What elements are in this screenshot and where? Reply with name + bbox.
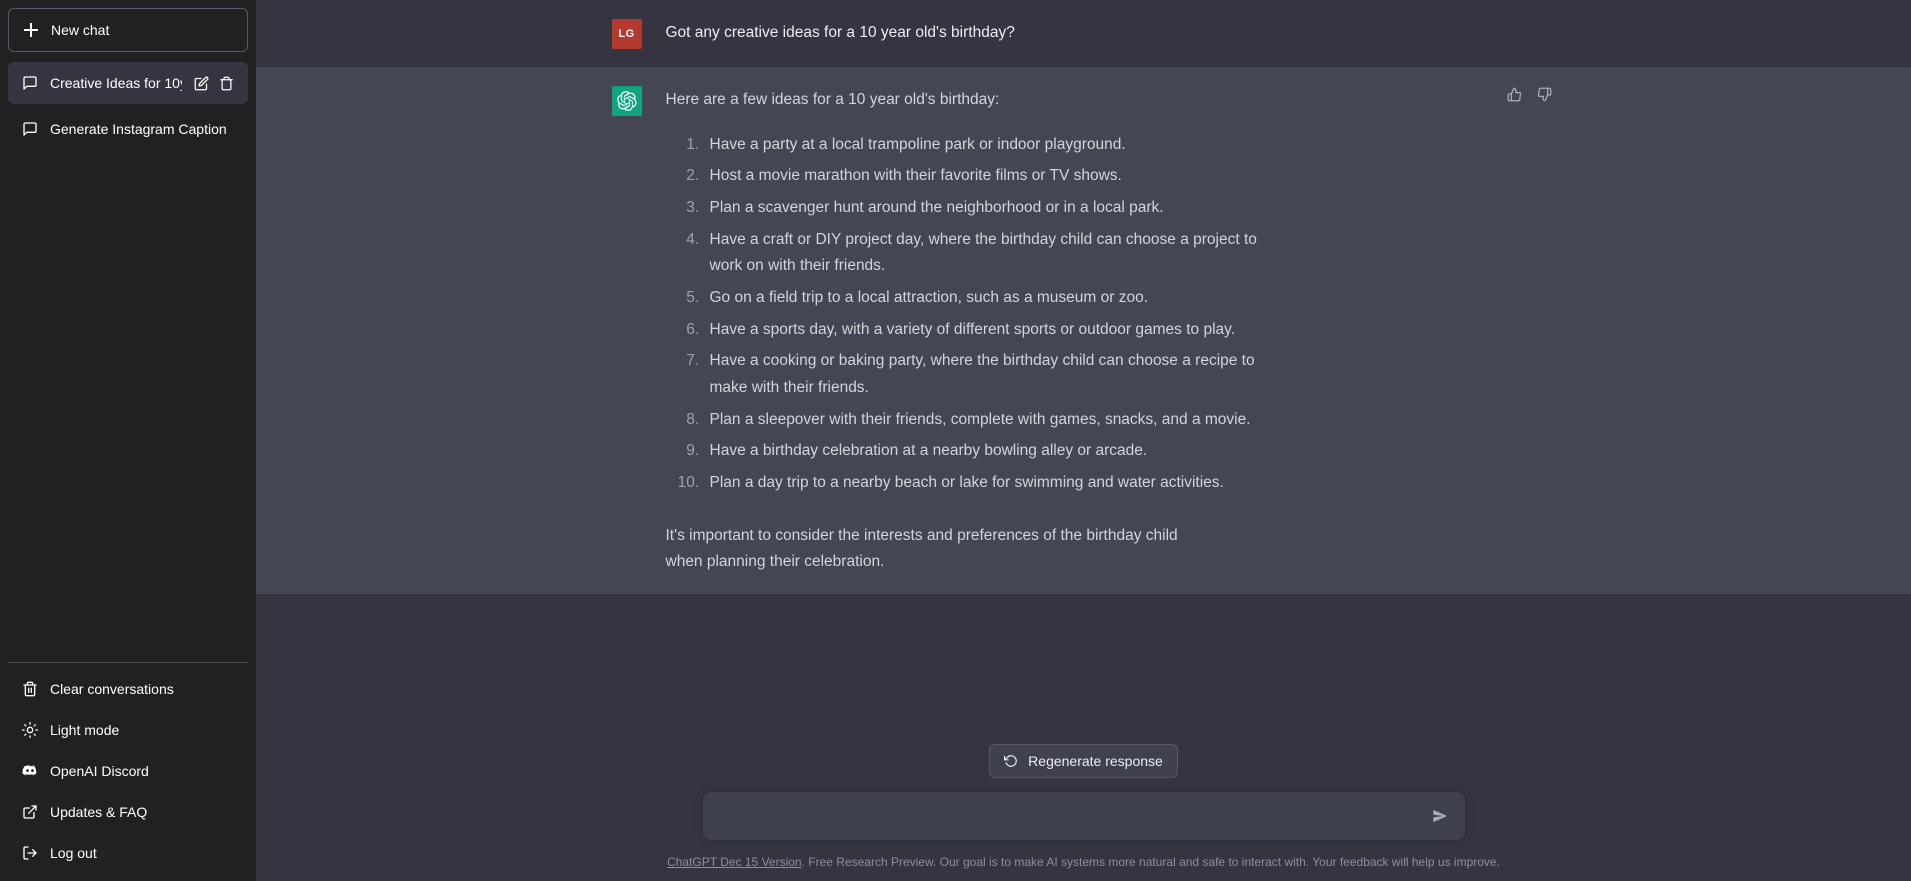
footer-disclaimer: ChatGPT Dec 15 Version. Free Research Pr…: [667, 854, 1500, 871]
sidebar-item-light-mode[interactable]: Light mode: [8, 710, 248, 750]
composer-area: Regenerate response ChatGPT Dec 15 Versi…: [256, 744, 1911, 881]
list-item: Go on a field trip to a local attraction…: [704, 285, 1264, 312]
sidebar-item-conversation-1[interactable]: Creative Ideas for 10yr: [8, 62, 248, 104]
list-item: Have a party at a local trampoline park …: [704, 132, 1264, 159]
refresh-icon: [1004, 755, 1017, 767]
assistant-message-row: Here are a few ideas for a 10 year old's…: [256, 67, 1911, 594]
message-icon: [23, 122, 37, 136]
thumbs-down-icon: [1537, 87, 1552, 101]
regenerate-label: Regenerate response: [1028, 753, 1163, 770]
list-item: Have a birthday celebration at a nearby …: [704, 438, 1264, 465]
user-message-paragraph: Got any creative ideas for a 10 year old…: [665, 24, 1015, 41]
feedback-controls: [1504, 83, 1556, 105]
message-icon: [23, 76, 37, 90]
avatar: LG: [611, 19, 642, 49]
version-link[interactable]: ChatGPT Dec 15 Version: [667, 855, 802, 869]
plus-icon: [23, 22, 39, 38]
sidebar-item-label: Clear conversations: [50, 681, 174, 697]
assistant-intro: Here are a few ideas for a 10 year old's…: [665, 91, 1000, 108]
new-chat-label: New chat: [51, 22, 110, 38]
chat-thread: LG Got any creative ideas for a 10 year …: [256, 0, 1911, 744]
external-link-icon: [23, 805, 37, 819]
thumbs-up-icon: [1507, 87, 1522, 101]
new-chat-button[interactable]: New chat: [8, 8, 248, 52]
sidebar-item-clear-conversations[interactable]: Clear conversations: [8, 669, 248, 709]
user-message-inner: LG Got any creative ideas for a 10 year …: [564, 18, 1604, 49]
edit-icon[interactable]: [194, 76, 209, 91]
sidebar-item-openai-discord[interactable]: OpenAI Discord: [8, 751, 248, 791]
list-item: Host a movie marathon with their favorit…: [704, 163, 1264, 190]
ideas-list: Have a party at a local trampoline park …: [666, 132, 1556, 497]
trash-icon: [23, 681, 37, 697]
thumbs-up-button[interactable]: [1504, 83, 1526, 105]
chatgpt-app: New chat Creative Ideas for 10yr Generat…: [0, 0, 1911, 881]
assistant-closing: It's important to consider the interests…: [665, 526, 1178, 571]
sidebar-item-log-out[interactable]: Log out: [8, 833, 248, 873]
sidebar-item-label: OpenAI Discord: [50, 763, 149, 779]
user-message-row: LG Got any creative ideas for a 10 year …: [256, 0, 1911, 67]
assistant-message-inner: Here are a few ideas for a 10 year old's…: [564, 85, 1604, 576]
chat-input[interactable]: [718, 792, 1419, 841]
send-icon: [1432, 810, 1446, 822]
sidebar-item-label: Updates & FAQ: [50, 804, 148, 820]
user-message-text: Got any creative ideas for a 10 year old…: [666, 18, 1556, 49]
sidebar-item-updates-faq[interactable]: Updates & FAQ: [8, 792, 248, 832]
footer-text: . Free Research Preview. Our goal is to …: [801, 855, 1500, 870]
list-item: Plan a day trip to a nearby beach or lak…: [704, 470, 1264, 497]
logout-icon: [23, 846, 37, 860]
avatar: [611, 86, 642, 116]
discord-icon: [22, 765, 37, 776]
list-item: Plan a sleepover with their friends, com…: [704, 407, 1264, 434]
assistant-message-text: Here are a few ideas for a 10 year old's…: [666, 85, 1556, 576]
conversation-title: Generate Instagram Caption: [50, 121, 227, 137]
regenerate-response-button[interactable]: Regenerate response: [989, 744, 1178, 779]
regenerate-wrapper: Regenerate response: [256, 744, 1911, 779]
sidebar-item-label: Log out: [50, 845, 97, 861]
list-item: Have a craft or DIY project day, where t…: [704, 227, 1264, 280]
sidebar-footer-menu: Clear conversations Light mode OpenAI Di…: [8, 662, 248, 873]
conversation-actions: [194, 76, 234, 91]
send-button[interactable]: [1427, 803, 1453, 829]
sidebar: New chat Creative Ideas for 10yr Generat…: [0, 0, 256, 881]
composer[interactable]: [702, 792, 1465, 841]
thumbs-down-button[interactable]: [1534, 83, 1556, 105]
list-item: Plan a scavenger hunt around the neighbo…: [704, 195, 1264, 222]
list-item: Have a sports day, with a variety of dif…: [704, 317, 1264, 344]
trash-icon[interactable]: [219, 76, 234, 91]
sidebar-item-label: Light mode: [50, 722, 120, 738]
sidebar-item-conversation-2[interactable]: Generate Instagram Caption: [8, 108, 248, 150]
conversation-list: Creative Ideas for 10yr Generate Instagr…: [8, 62, 248, 662]
sun-icon: [22, 722, 38, 738]
openai-logo-icon: [616, 91, 636, 111]
main-content: LG Got any creative ideas for a 10 year …: [256, 0, 1911, 881]
list-item: Have a cooking or baking party, where th…: [704, 348, 1264, 401]
conversation-title: Creative Ideas for 10yr: [50, 75, 182, 91]
